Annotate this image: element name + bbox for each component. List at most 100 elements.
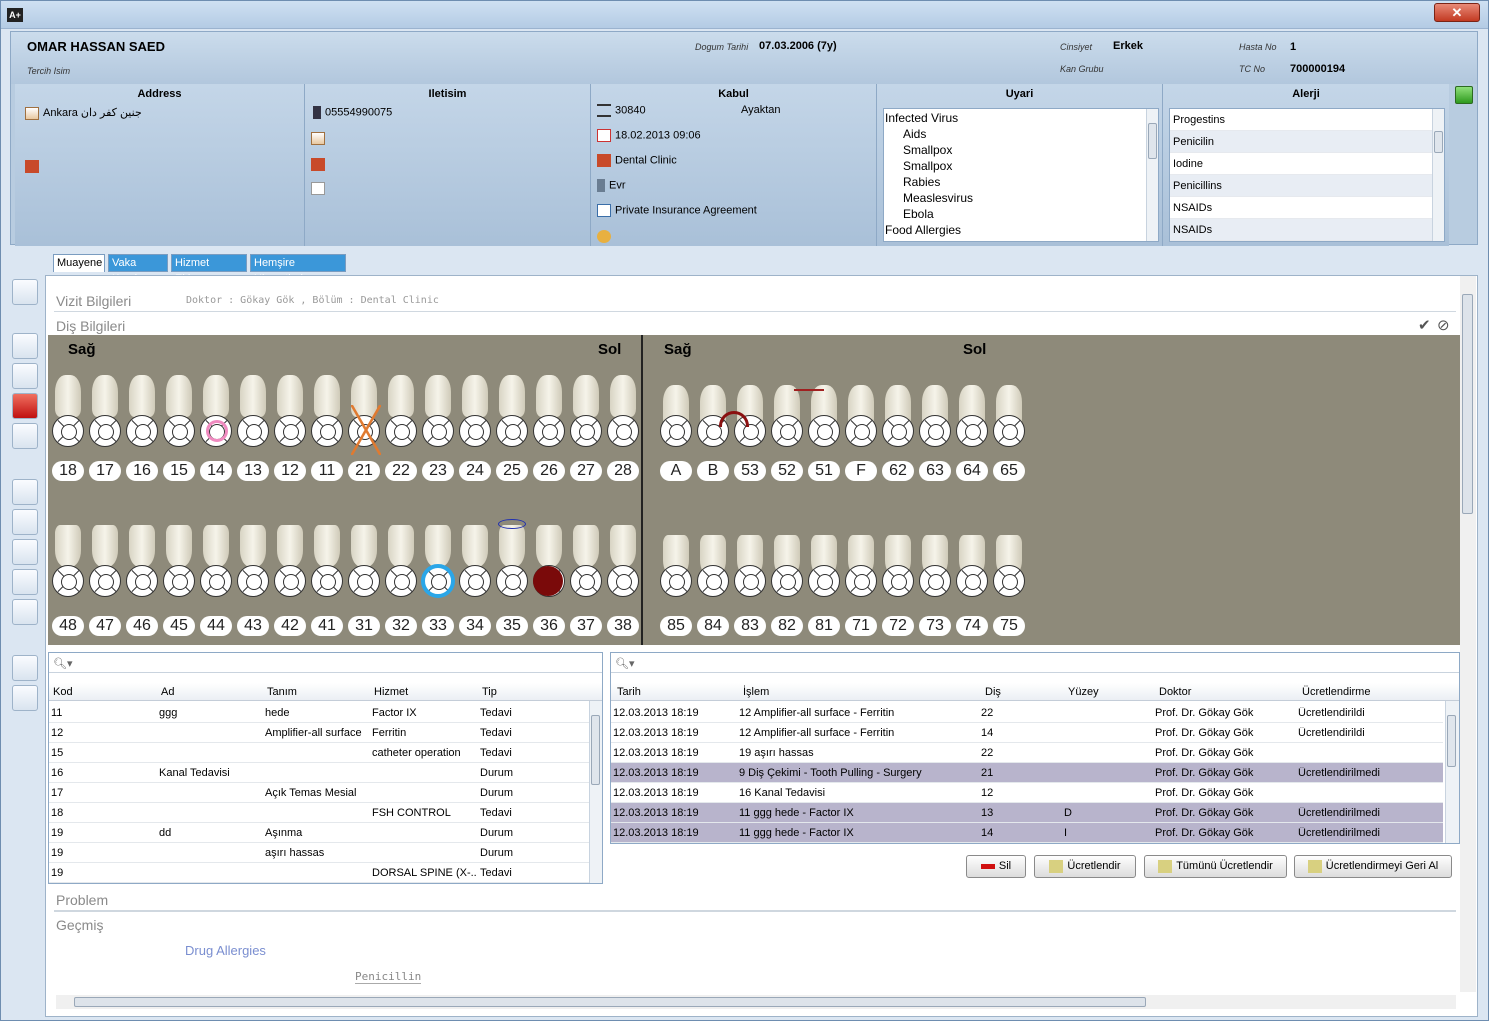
vizit-heading[interactable]: Vizit Bilgileri (56, 293, 131, 309)
upper-deci-tooth-63[interactable] (919, 415, 951, 447)
upper-deci-tooth-52[interactable] (771, 415, 803, 447)
right-grid-col-4[interactable]: Doktor (1159, 686, 1191, 698)
uyari-scrollbar[interactable] (1146, 109, 1158, 241)
alerji-scrollbar[interactable] (1432, 109, 1444, 241)
alerji-list[interactable]: Progestins Penicilin Iodine Penicillins NSAI… (1169, 108, 1445, 242)
users-icon[interactable] (12, 599, 38, 625)
table-row[interactable]: 12.03.2013 18:19 12 Amplifier-all surface… (611, 703, 1443, 723)
lower-deci-tooth-73[interactable] (919, 565, 951, 597)
upper-perm-tooth-18[interactable] (52, 415, 84, 447)
uyari-tree[interactable]: Infected Virus Aids Smallpox Smallpox Rabies… (883, 108, 1159, 242)
nurse-alt-icon[interactable] (12, 685, 38, 711)
close-visit-icon[interactable] (12, 279, 38, 305)
table-row[interactable]: 19 aşırı hassas Durum (49, 843, 589, 863)
search-input[interactable]: 🔍︎▾ (49, 653, 602, 673)
title-bar[interactable]: A+ ✕ (1, 1, 1488, 29)
table-row[interactable]: 12.03.2013 18:19 9 Diş Çekimi - Tooth Pul… (611, 763, 1443, 783)
right-grid-col-5[interactable]: Ücretlendirme (1302, 686, 1370, 698)
left-grid-col-tanım[interactable]: Tanım (267, 686, 297, 698)
doctor-icon[interactable] (12, 363, 38, 389)
upper-perm-tooth-12[interactable] (274, 415, 306, 447)
upper-perm-tooth-25[interactable] (496, 415, 528, 447)
tab-muayene[interactable]: Muayene (53, 254, 105, 272)
upper-perm-tooth-22[interactable] (385, 415, 417, 447)
ucretlendirmeyi-geri-al-button[interactable]: Ücretlendirmeyi Geri Al (1294, 855, 1452, 878)
lower-deci-tooth-82[interactable] (771, 565, 803, 597)
upper-deci-tooth-64[interactable] (956, 415, 988, 447)
table-row[interactable]: 17 Açık Temas Mesial Durum (49, 783, 589, 803)
upper-perm-tooth-16[interactable] (126, 415, 158, 447)
right-grid-col-1[interactable]: İşlem (743, 686, 769, 698)
history-grid-scrollbar[interactable] (1445, 701, 1459, 843)
alerji-item[interactable]: Iodine (1170, 153, 1434, 175)
check-icon[interactable]: ✔ (1418, 316, 1431, 334)
table-row[interactable]: 12.03.2013 18:19 16 Kanal Tedavisi 12 Prof.… (611, 783, 1443, 803)
upper-deci-tooth-A[interactable] (660, 415, 692, 447)
tab-hemsire-hizmetleri[interactable]: Hemşire Hizmetleri (250, 254, 346, 285)
lower-deci-tooth-75[interactable] (993, 565, 1025, 597)
lower-deci-tooth-71[interactable] (845, 565, 877, 597)
uyari-item[interactable]: Rabies (885, 174, 973, 190)
upper-perm-tooth-27[interactable] (570, 415, 602, 447)
upper-deci-tooth-F[interactable] (845, 415, 877, 447)
alerji-item[interactable]: NSAIDs (1170, 219, 1434, 241)
upper-deci-tooth-65[interactable] (993, 415, 1025, 447)
lower-perm-tooth-41[interactable] (311, 565, 343, 597)
lower-perm-tooth-42[interactable] (274, 565, 306, 597)
upper-perm-tooth-15[interactable] (163, 415, 195, 447)
gecmis-heading[interactable]: Geçmiş (56, 917, 103, 933)
left-grid-col-kod[interactable]: Kod (53, 686, 73, 698)
tumunu-ucretlendir-button[interactable]: Tümünü Ücretlendir (1144, 855, 1287, 878)
uyari-item[interactable]: Measlesvirus (885, 190, 973, 206)
print-icon[interactable] (12, 423, 38, 449)
camera-icon[interactable] (12, 569, 38, 595)
history-search-input[interactable]: 🔍︎▾ (611, 653, 1459, 673)
alerji-item[interactable]: Penicillins (1170, 175, 1434, 197)
table-row[interactable]: 12.03.2013 18:19 12 Amplifier-all surface… (611, 723, 1443, 743)
lower-deci-tooth-72[interactable] (882, 565, 914, 597)
left-grid-col-hizmet[interactable]: Hizmet (374, 686, 408, 698)
tab-vaka-kaydi[interactable]: Vaka Kaydı (108, 254, 168, 285)
lower-perm-tooth-44[interactable] (200, 565, 232, 597)
problem-heading[interactable]: Problem (56, 892, 108, 908)
table-row[interactable]: 12 Amplifier-all surface Ferritin Tedavi (49, 723, 589, 743)
lower-deci-tooth-83[interactable] (734, 565, 766, 597)
lower-perm-tooth-31[interactable] (348, 565, 380, 597)
table-row[interactable]: 16 Kanal Tedavisi Durum (49, 763, 589, 783)
lower-perm-tooth-37[interactable] (570, 565, 602, 597)
table-row[interactable]: 12.03.2013 18:19 19 aşırı hassas 22 Prof. D… (611, 743, 1443, 763)
lower-deci-tooth-85[interactable] (660, 565, 692, 597)
upper-perm-tooth-26[interactable] (533, 415, 565, 447)
lower-perm-tooth-32[interactable] (385, 565, 417, 597)
lower-perm-tooth-45[interactable] (163, 565, 195, 597)
cancel-icon[interactable]: ⊘ (1437, 316, 1450, 334)
table-row[interactable]: 12.03.2013 18:19 11 ggg hede - Factor IX 1… (611, 823, 1443, 843)
uyari-group[interactable]: Food Allergies (885, 222, 973, 238)
lower-perm-tooth-43[interactable] (237, 565, 269, 597)
right-grid-col-2[interactable]: Diş (985, 686, 1001, 698)
tab-hizmet-ekleme[interactable]: Hizmet Ekleme (171, 254, 247, 285)
lower-perm-tooth-38[interactable] (607, 565, 639, 597)
sil-button[interactable]: Sil (966, 855, 1026, 878)
uyari-item[interactable]: Smallpox (885, 158, 973, 174)
uyari-item[interactable]: Ebola (885, 206, 973, 222)
table-row[interactable]: 11 ggg hede Factor IX Tedavi (49, 703, 589, 723)
right-grid-col-3[interactable]: Yüzey (1068, 686, 1099, 698)
upper-perm-tooth-11[interactable] (311, 415, 343, 447)
alerji-item[interactable]: Progestins (1170, 109, 1434, 131)
lower-perm-tooth-46[interactable] (126, 565, 158, 597)
dis-heading[interactable]: Diş Bilgileri (56, 318, 125, 334)
clipboard-icon[interactable] (12, 479, 38, 505)
upper-perm-tooth-23[interactable] (422, 415, 454, 447)
table-row[interactable]: 15 catheter operation Tedavi (49, 743, 589, 763)
main-vertical-scrollbar[interactable] (1460, 276, 1476, 992)
phone-handset-icon[interactable] (12, 509, 38, 535)
uyari-item[interactable]: Aids (885, 126, 973, 142)
table-row[interactable]: 12.03.2013 18:19 11 ggg hede - Factor IX 1… (611, 803, 1443, 823)
lower-deci-tooth-74[interactable] (956, 565, 988, 597)
left-grid-col-tip[interactable]: Tip (482, 686, 497, 698)
lower-perm-tooth-34[interactable] (459, 565, 491, 597)
lower-deci-tooth-81[interactable] (808, 565, 840, 597)
nurse-icon[interactable] (12, 655, 38, 681)
uyari-item[interactable]: Eggs (885, 238, 973, 241)
